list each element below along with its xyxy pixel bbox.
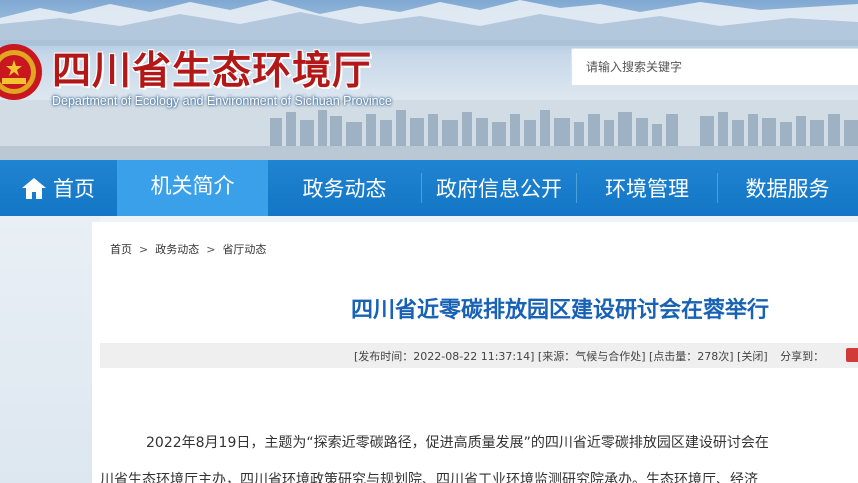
nav-item-label: 政府信息公开 <box>436 177 562 201</box>
breadcrumb-separator: > <box>139 242 149 256</box>
breadcrumb-news-link[interactable]: 政务动态 <box>155 241 199 257</box>
nav-item-news[interactable]: 政务动态 <box>268 160 421 216</box>
breadcrumb: 首页 > 政务动态 > 省厅动态 <box>110 241 266 257</box>
share-icon[interactable] <box>846 348 858 362</box>
breadcrumb-dept-news-link[interactable]: 省厅动态 <box>222 241 266 257</box>
site-subtitle: Department of Ecology and Environment of… <box>52 94 392 108</box>
share-label: 分享到： <box>780 350 825 363</box>
article-paragraph: 川省生态环境厅主办，四川省环境政策研究与规划院、四川省工业环境监测研究院承办。生… <box>100 472 758 483</box>
nav-item-label: 首页 <box>53 177 95 201</box>
nav-item-env-management[interactable]: 环境管理 <box>577 160 717 216</box>
article-title: 四川省近零碳排放园区建设研讨会在蓉举行 <box>350 298 769 323</box>
home-icon <box>22 178 46 199</box>
site-title: 四川省生态环境厅 <box>52 49 373 94</box>
nav-item-data-services[interactable]: 数据服务 <box>718 160 857 216</box>
main-nav: 首页 机关简介 政务动态 政府信息公开 环境管理 数据服务 <box>0 160 858 216</box>
nav-item-label: 数据服务 <box>745 177 830 201</box>
search-input[interactable] <box>571 48 858 86</box>
article-paragraph: 2022年8月19日，主题为“探索近零碳路径，促进高质量发展”的四川省近零碳排放… <box>146 435 769 451</box>
nav-item-label: 机关简介 <box>150 174 235 198</box>
article-meta-text: [发布时间：2022-08-22 11:37:14] [来源：气候与合作处] [… <box>354 350 768 363</box>
nav-item-gov-info[interactable]: 政府信息公开 <box>422 160 576 216</box>
breadcrumb-home-link[interactable]: 首页 <box>110 241 132 257</box>
national-emblem-icon <box>0 44 42 100</box>
nav-item-label: 政务动态 <box>302 177 387 201</box>
page-background <box>0 216 100 483</box>
nav-item-home[interactable]: 首页 <box>0 160 116 216</box>
nav-item-about[interactable]: 机关简介 <box>117 160 268 216</box>
header-banner: 四川省生态环境厅 Department of Ecology and Envir… <box>0 0 858 160</box>
breadcrumb-separator: > <box>206 242 216 256</box>
article-meta: [发布时间：2022-08-22 11:37:14] [来源：气候与合作处] [… <box>354 348 824 364</box>
nav-item-label: 环境管理 <box>605 177 689 201</box>
